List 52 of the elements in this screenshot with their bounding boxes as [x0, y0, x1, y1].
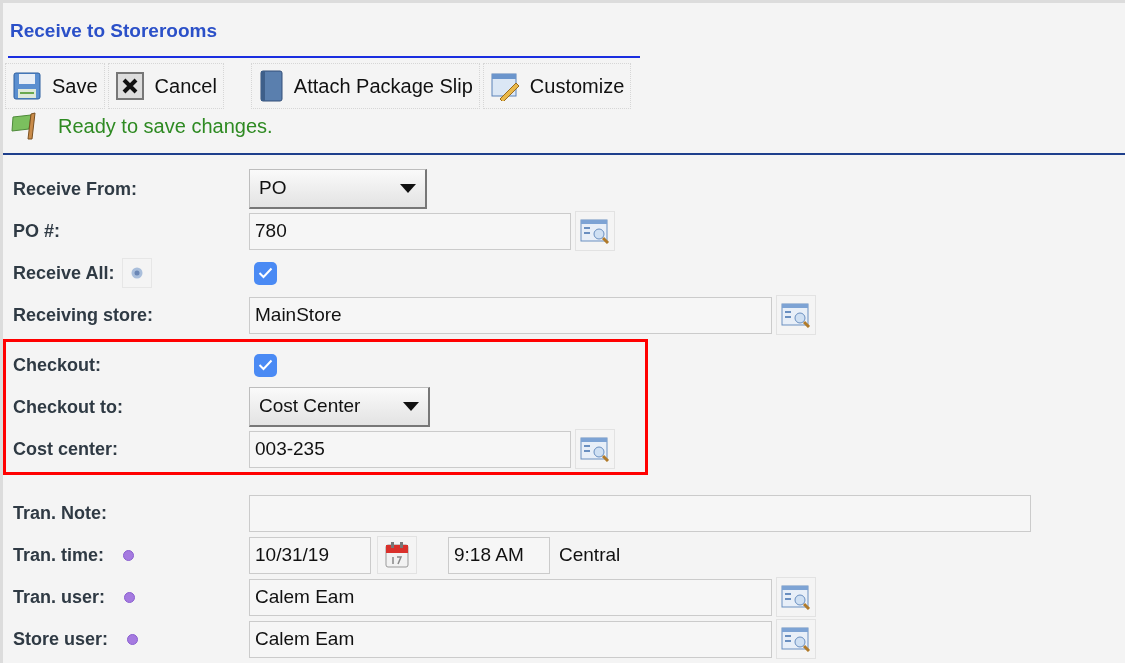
lookup-button[interactable]	[776, 619, 816, 659]
list-search-icon	[580, 218, 610, 244]
list-search-icon	[580, 436, 610, 462]
field-label: Store user:	[13, 627, 109, 651]
status-message: Ready to save changes.	[58, 113, 273, 139]
lookup-button[interactable]	[575, 211, 615, 251]
field-label: Tran. user:	[13, 585, 106, 609]
field-label: Checkout to:	[13, 395, 123, 419]
time-field[interactable]: 9:18 AM	[448, 536, 550, 574]
field-label: Cost center:	[13, 437, 119, 461]
checkbox[interactable]	[254, 353, 277, 377]
input-field[interactable]: MainStore	[249, 296, 772, 334]
field-label: PO #:	[13, 219, 60, 243]
toolbar-button[interactable]: Attach Package Slip	[250, 62, 480, 109]
date-field[interactable]: 10/31/19	[249, 536, 371, 574]
check-icon	[258, 359, 273, 371]
dropdown[interactable]: Cost Center	[249, 387, 430, 427]
caret-down-icon	[403, 402, 419, 411]
field-label: Checkout:	[13, 353, 101, 377]
list-search-icon	[781, 626, 811, 652]
time-zone: Central	[559, 542, 621, 567]
field-label: Tran. Note:	[13, 501, 107, 525]
input-field[interactable]: Calem Eam	[249, 620, 772, 658]
list-search-icon	[781, 584, 811, 610]
checkbox[interactable]	[254, 261, 277, 285]
list-search-icon	[781, 302, 811, 328]
lookup-button[interactable]	[776, 577, 816, 617]
page-title: Receive to Storerooms	[9, 19, 218, 43]
dropdown[interactable]: PO	[249, 169, 427, 209]
input-field[interactable]: Calem Eam	[249, 578, 772, 616]
help-button[interactable]	[122, 258, 153, 288]
toolbar-button[interactable]: Customize	[482, 62, 632, 109]
pencil-window-icon	[489, 70, 520, 101]
help-icon	[131, 267, 144, 279]
calendar-button[interactable]	[377, 536, 417, 574]
lookup-button[interactable]	[776, 295, 816, 335]
close-icon	[114, 70, 145, 101]
field-label: Tran. time:	[13, 543, 105, 567]
check-icon	[258, 267, 273, 279]
field-label: Receive From:	[13, 177, 138, 201]
field-label: Receive All:	[13, 261, 115, 285]
flag-icon	[9, 110, 39, 141]
toolbar-button[interactable]: Save	[5, 62, 105, 109]
input-field[interactable]: 003-235	[249, 430, 571, 468]
caret-down-icon	[400, 184, 416, 193]
input-field[interactable]	[249, 494, 1031, 532]
book-icon	[257, 69, 284, 102]
lookup-button[interactable]	[575, 429, 615, 469]
field-label: Receiving store:	[13, 303, 154, 327]
input-field[interactable]: 780	[249, 212, 571, 250]
calendar-icon	[384, 541, 410, 569]
toolbar-button[interactable]: Cancel	[107, 62, 224, 109]
